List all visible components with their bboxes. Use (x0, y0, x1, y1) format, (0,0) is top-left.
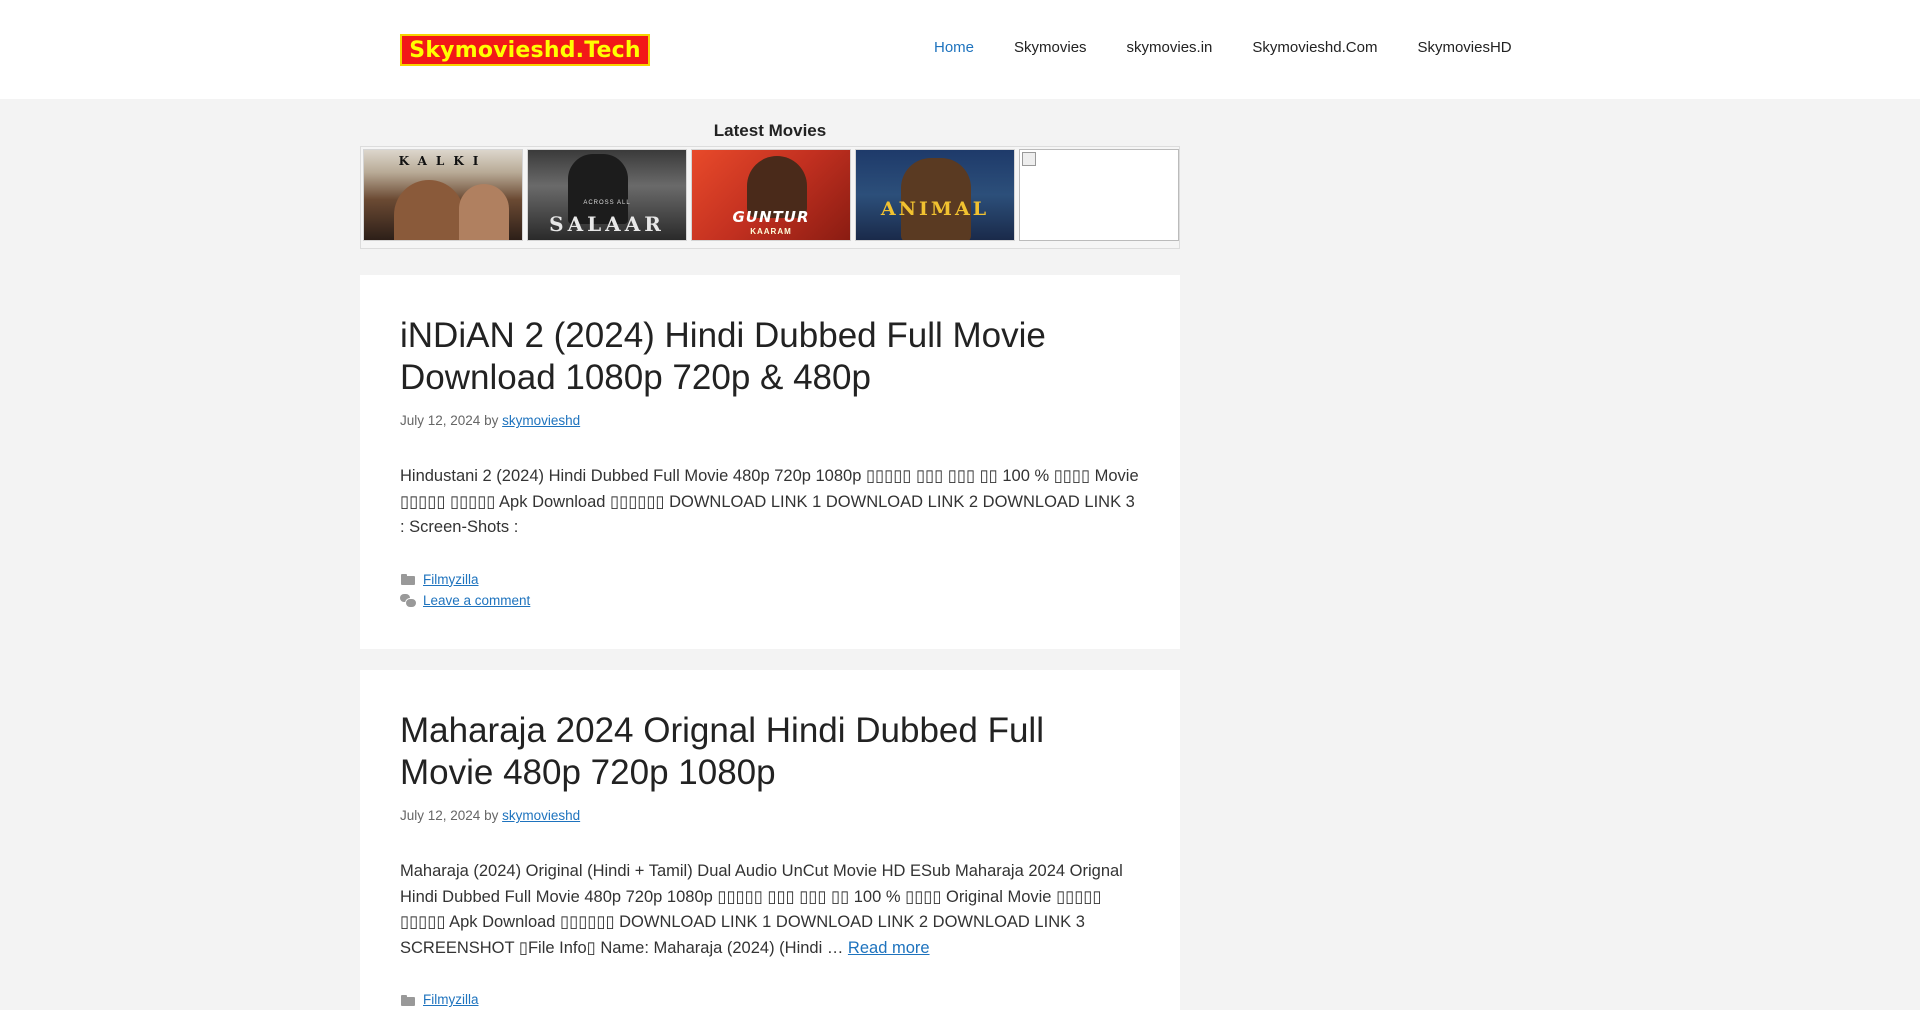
post-date: July 12, 2024 (400, 413, 481, 428)
latest-movies-heading: Latest Movies (713, 121, 827, 140)
post-comment-row: Leave a comment (400, 590, 1140, 611)
post-excerpt-text: Maharaja (2024) Original (Hindi + Tamil)… (400, 862, 1123, 957)
nav-skymovies-in[interactable]: skymovies.in (1107, 38, 1233, 58)
poster-title: ANIMAL (880, 198, 990, 220)
post-category-row: Filmyzilla (400, 569, 1140, 590)
site-logo[interactable]: Skymovieshd.Tech (400, 34, 650, 66)
poster-figure (459, 184, 509, 240)
poster-broken-image[interactable] (1019, 149, 1179, 241)
comments-icon (400, 593, 417, 608)
post-category-link[interactable]: Filmyzilla (423, 572, 479, 587)
nav-home[interactable]: Home (914, 38, 994, 58)
post-footer-meta: Filmyzilla Leave a comment (400, 569, 1140, 611)
poster-kalki[interactable]: KALKI (363, 149, 523, 241)
poster-tagline: ACROSS ALL (583, 200, 631, 206)
read-more-link[interactable]: Read more (848, 939, 930, 957)
post-excerpt: Hindustani 2 (2024) Hindi Dubbed Full Mo… (400, 464, 1140, 541)
post-category-row: Filmyzilla (400, 989, 1140, 1010)
main-nav: Home Skymovies skymovies.in Skymovieshd.… (914, 38, 1532, 58)
post-category-link[interactable]: Filmyzilla (423, 992, 479, 1007)
leave-comment-link[interactable]: Leave a comment (423, 593, 530, 608)
broken-image-icon (1022, 152, 1036, 166)
nav-skymovies[interactable]: Skymovies (994, 38, 1107, 58)
post-title[interactable]: iNDiAN 2 (2024) Hindi Dubbed Full Movie … (400, 315, 1140, 399)
post-meta: July 12, 2024 by skymovieshd (400, 808, 1140, 823)
post-date: July 12, 2024 (400, 808, 481, 823)
poster-title: SALAAR (549, 212, 665, 236)
poster-figure (394, 180, 464, 240)
latest-movies-strip: KALKI ACROSS ALL SALAAR GUNTUR KAARAM AN… (360, 146, 1180, 249)
post-card: Maharaja 2024 Orignal Hindi Dubbed Full … (360, 670, 1180, 1010)
post-meta: July 12, 2024 by skymovieshd (400, 413, 1140, 428)
poster-guntur-kaaram[interactable]: GUNTUR KAARAM (691, 149, 851, 241)
post-author-link[interactable]: skymovieshd (502, 808, 580, 823)
post-title[interactable]: Maharaja 2024 Orignal Hindi Dubbed Full … (400, 710, 1140, 794)
post-card: iNDiAN 2 (2024) Hindi Dubbed Full Movie … (360, 275, 1180, 649)
folder-icon (400, 572, 416, 586)
post-author-link[interactable]: skymovieshd (502, 413, 580, 428)
post-by: by (484, 808, 499, 823)
poster-animal[interactable]: ANIMAL (855, 149, 1015, 241)
folder-icon (400, 993, 416, 1007)
site-logo-text[interactable]: Skymovieshd.Tech (409, 38, 640, 63)
post-excerpt-text: Hindustani 2 (2024) Hindi Dubbed Full Mo… (400, 467, 1139, 536)
poster-title: KALKI (398, 154, 488, 168)
post-footer-meta: Filmyzilla (400, 989, 1140, 1010)
post-excerpt: Maharaja (2024) Original (Hindi + Tamil)… (400, 859, 1140, 961)
poster-title: GUNTUR (732, 208, 810, 226)
site-header: Skymovieshd.Tech Home Skymovies skymovie… (0, 0, 1920, 99)
nav-skymovieshd[interactable]: SkymoviesHD (1397, 38, 1531, 58)
poster-salaar[interactable]: ACROSS ALL SALAAR (527, 149, 687, 241)
poster-subtitle: KAARAM (750, 227, 792, 236)
nav-skymovieshd-com[interactable]: Skymovieshd.Com (1232, 38, 1397, 58)
post-by: by (484, 413, 499, 428)
